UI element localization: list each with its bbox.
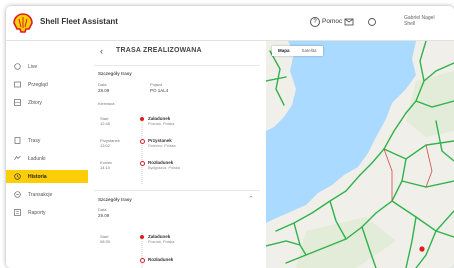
date-label: Data xyxy=(98,82,107,87)
transactions-icon xyxy=(14,191,21,198)
sidebar-item-label: Historia xyxy=(28,174,47,180)
sidebar-item-transactions[interactable]: Transakcje xyxy=(6,188,88,201)
stop-address: Poznań, Polska xyxy=(148,122,175,126)
stop-marker xyxy=(140,117,144,121)
sidebar-item-label: Trasy xyxy=(28,138,41,144)
help-button[interactable]: ? Pomoc xyxy=(310,17,342,27)
tab-satellite[interactable]: Satelita xyxy=(296,46,323,56)
stop-address: Gniezno, Polska xyxy=(148,144,176,148)
stop-name: Załadunek xyxy=(148,116,171,121)
stop-time: Start 12:45 xyxy=(100,116,111,126)
tab-map[interactable]: Mapa xyxy=(272,46,296,56)
user-company: Shell xyxy=(404,21,416,27)
map-marker-icon xyxy=(419,246,425,252)
message-icon[interactable] xyxy=(344,17,354,27)
back-icon[interactable]: ‹ xyxy=(100,46,103,56)
stop-address: Poznań, Polska xyxy=(148,240,175,244)
user-menu[interactable]: Gabriel Nagel Shell xyxy=(404,15,435,27)
help-label: Pomoc xyxy=(322,18,343,25)
stop-marker xyxy=(140,235,144,239)
stop-name: Rozładunek xyxy=(148,160,174,165)
stop-name: Załadunek xyxy=(148,234,171,239)
vehicle-label: Pojazd xyxy=(150,82,163,87)
divider xyxy=(94,190,260,191)
sidebar-item-collections[interactable]: Zbiory xyxy=(6,96,88,109)
history-icon xyxy=(14,173,21,180)
stop-address: Bydgoszcz, Polska xyxy=(148,166,180,170)
stop-marker xyxy=(140,258,145,263)
stop-time: Start 08:30 xyxy=(100,234,111,244)
stop-marker xyxy=(140,139,145,144)
section-header: Szczegóły trasy xyxy=(98,197,132,202)
sidebar-item-label: Live xyxy=(28,64,38,70)
app-title: Shell Fleet Assistant xyxy=(40,17,118,26)
notification-icon[interactable] xyxy=(367,17,377,27)
collapse-icon[interactable]: ⌃ xyxy=(248,195,254,203)
sidebar-item-label: Zbiory xyxy=(28,100,42,106)
map-type-tabs: Mapa Satelita xyxy=(272,46,323,56)
map-view[interactable]: Mapa Satelita xyxy=(266,41,454,268)
section-header: Szczegóły trasy xyxy=(98,71,132,76)
stop-time: Przystanek 13:02 xyxy=(100,138,120,148)
stop-name: Przystanek xyxy=(148,138,172,143)
stop-time: Koniec 14:10 xyxy=(100,160,113,170)
map-canvas[interactable] xyxy=(266,41,454,268)
date-value: 29.09 xyxy=(98,213,110,218)
sidebar-item-label: Ładunki xyxy=(28,156,46,162)
sidebar-item-label: Przegląd xyxy=(28,82,48,88)
route-details-panel: ‹ TRASA ZREALIZOWANA Szczegóły trasy Dat… xyxy=(88,41,266,268)
vehicle-value: PO 1AL4 xyxy=(150,88,169,93)
sidebar-item-reports[interactable]: Raporty xyxy=(6,206,88,219)
top-bar: Shell Fleet Assistant ? Pomoc Gabriel Nag… xyxy=(6,6,454,41)
divider xyxy=(94,65,260,66)
sidebar-item-routes[interactable]: Trasy xyxy=(6,134,88,147)
overview-icon xyxy=(14,81,21,88)
driver-label: Kierowca xyxy=(98,101,115,106)
routes-icon xyxy=(14,137,21,144)
sidebar-item-overview[interactable]: Przegląd xyxy=(6,78,88,91)
sidebar-item-label: Transakcje xyxy=(28,192,53,198)
sidebar-item-history[interactable]: Historia xyxy=(6,170,88,183)
help-icon: ? xyxy=(310,17,320,27)
date-label: Data xyxy=(98,207,107,212)
timeline-line xyxy=(141,115,143,185)
date-value: 28.09 xyxy=(98,88,110,93)
collections-icon xyxy=(14,99,21,106)
live-icon xyxy=(14,63,21,70)
app-window: Shell Fleet Assistant ? Pomoc Gabriel Nag… xyxy=(6,6,454,268)
reports-icon xyxy=(14,209,21,216)
sidebar-item-label: Raporty xyxy=(28,210,46,216)
sidebar-item-live[interactable]: Live xyxy=(6,60,88,73)
shell-logo-icon[interactable] xyxy=(12,12,34,34)
sidebar: Live Przegląd Zbiory Trasy Ładunki Histo… xyxy=(6,41,89,268)
sidebar-item-loads[interactable]: Ładunki xyxy=(6,152,88,165)
stop-name: Rozładunek xyxy=(148,257,174,262)
stop-marker xyxy=(140,161,145,166)
loads-icon xyxy=(14,155,21,161)
page-title: TRASA ZREALIZOWANA xyxy=(116,47,202,54)
